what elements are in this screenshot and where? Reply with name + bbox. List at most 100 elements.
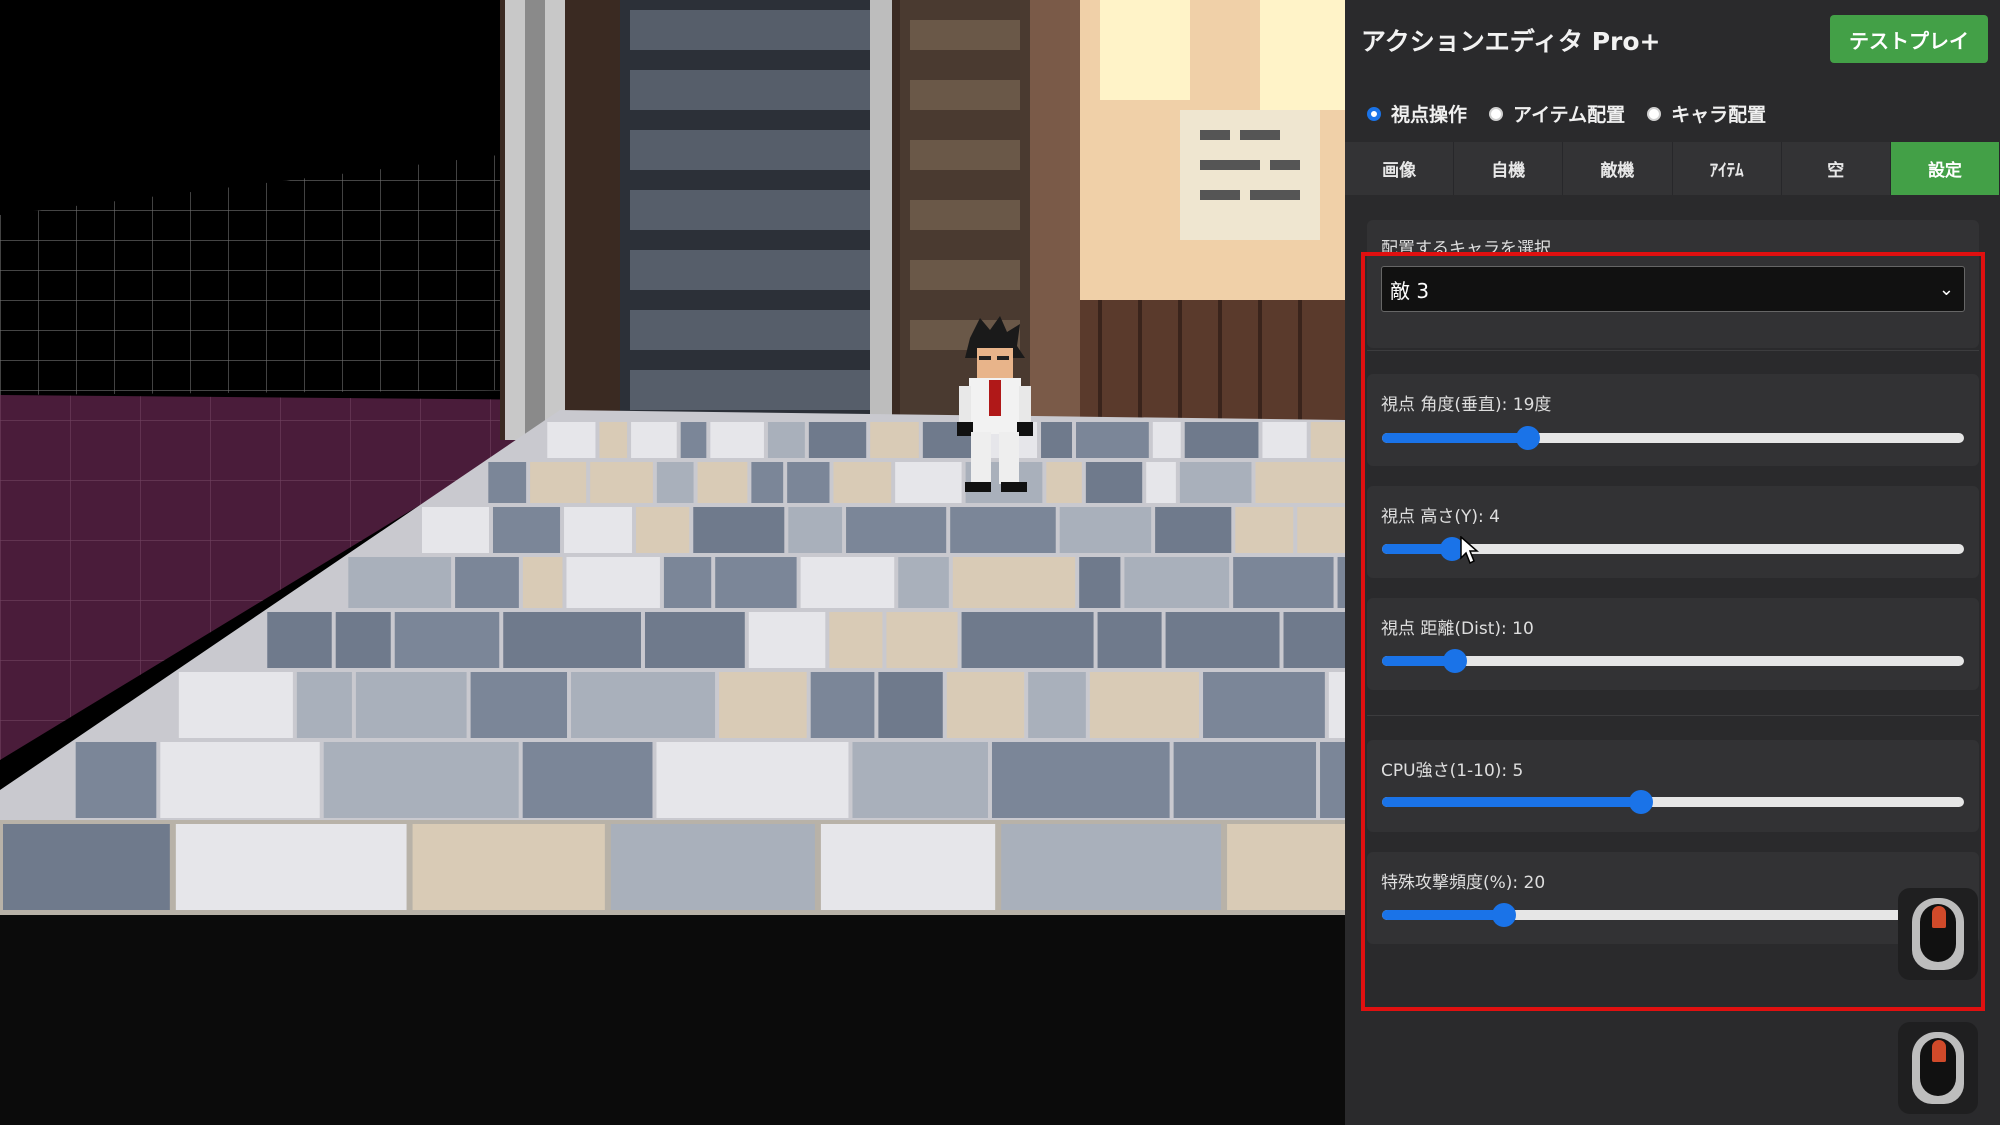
floor-tile <box>946 672 1025 738</box>
editor-panel: アクションエディタ Pro+ テストプレイ 視点操作 アイテム配置 キャラ配置 … <box>1345 0 2000 1125</box>
slider-thumb[interactable] <box>1515 426 1540 450</box>
mouse-left-click-icon <box>1898 1022 1978 1114</box>
floor-tile <box>1184 422 1259 458</box>
game-viewport[interactable] <box>0 0 1345 1125</box>
slider-label-angle: 視点 角度(垂直): 19度 <box>1381 395 1552 415</box>
floor-tile <box>1203 672 1325 738</box>
slider-card-height: 視点 高さ(Y): 4 <box>1367 486 1979 578</box>
floor-tile <box>1235 507 1294 553</box>
floor-tile <box>636 507 690 553</box>
divider <box>1367 350 1979 351</box>
floor-tile <box>788 507 843 553</box>
floor-tile <box>422 507 489 553</box>
floor-tile <box>412 824 605 910</box>
floor-tile <box>1028 672 1086 738</box>
divider <box>1367 715 1979 716</box>
floor-tile <box>748 612 826 668</box>
test-play-button[interactable]: テストプレイ <box>1830 15 1988 63</box>
floor-tile <box>991 742 1170 818</box>
floor-tile <box>1233 557 1334 608</box>
floor-tile <box>1152 422 1181 458</box>
floor-tile <box>348 557 452 608</box>
floor-tile <box>710 422 764 458</box>
mode-camera[interactable]: 視点操作 <box>1367 100 1467 127</box>
tab-enemy[interactable]: 敵機 <box>1563 142 1673 195</box>
slider-special[interactable] <box>1382 903 1964 927</box>
floor-tile <box>663 557 712 608</box>
notice-board <box>1180 110 1320 240</box>
floor-tile <box>846 507 947 553</box>
floor-tile <box>715 557 797 608</box>
floor-tile <box>492 507 561 553</box>
floor-tile <box>656 742 849 818</box>
floor-tile <box>590 462 653 503</box>
slider-cpu[interactable] <box>1382 790 1964 814</box>
floor-tile <box>530 462 587 503</box>
floor-tile <box>1337 557 1345 608</box>
slider-label-height: 視点 高さ(Y): 4 <box>1381 507 1500 527</box>
floor-tile <box>1297 507 1345 553</box>
char-select-value: 敵 3 <box>1390 278 1430 303</box>
radio-icon[interactable] <box>1367 106 1381 121</box>
mouse-left-click-icon <box>1898 888 1978 980</box>
mode-radio-group: 視点操作 アイテム配置 キャラ配置 <box>1367 100 1788 127</box>
floor-tile <box>697 462 748 503</box>
radio-icon[interactable] <box>1489 106 1504 121</box>
floor-tile <box>323 742 519 818</box>
scene-canvas[interactable] <box>0 0 1345 1125</box>
floor-tile <box>455 557 519 608</box>
floor-tile <box>787 462 830 503</box>
mode-char-place[interactable]: キャラ配置 <box>1647 100 1766 127</box>
floor-tile <box>950 507 1056 553</box>
floor-tile <box>522 742 653 818</box>
tab-image[interactable]: 画像 <box>1345 142 1455 195</box>
slider-angle[interactable] <box>1382 426 1964 450</box>
floor-tile <box>335 612 391 668</box>
char-select-dropdown[interactable]: 敵 3 ⌄ <box>1381 266 1965 312</box>
floor-tile <box>1079 557 1121 608</box>
mode-item-place[interactable]: アイテム配置 <box>1489 100 1625 127</box>
floor-tile <box>522 557 563 608</box>
floor-tile <box>1283 612 1345 668</box>
floor-tile <box>160 742 320 818</box>
floor-tile <box>599 422 628 458</box>
slider-label-distance: 視点 距離(Dist): 10 <box>1381 619 1534 639</box>
floor-tile <box>1124 557 1230 608</box>
floor-tile <box>1179 462 1252 503</box>
floor-tile <box>656 462 694 503</box>
floor-tile <box>719 672 807 738</box>
floor-tile <box>1255 462 1345 503</box>
floor-tile <box>820 824 996 910</box>
tab-sky[interactable]: 空 <box>1782 142 1891 195</box>
floor-tile <box>178 672 293 738</box>
floor-tile <box>355 672 467 738</box>
app-title: アクションエディタ Pro+ <box>1361 27 1661 56</box>
floor-tile <box>1089 672 1200 738</box>
floor-tile <box>296 672 352 738</box>
floor-tile <box>1227 824 1345 910</box>
floor-tile <box>547 422 596 458</box>
slider-label-cpu: CPU強さ(1-10): 5 <box>1381 761 1524 781</box>
floor-tile <box>394 612 500 668</box>
floor-tile <box>1165 612 1280 668</box>
radio-icon[interactable] <box>1647 106 1662 121</box>
slider-thumb[interactable] <box>1442 649 1467 673</box>
tab-settings[interactable]: 設定 <box>1890 142 2000 195</box>
floor-tile <box>833 462 892 503</box>
floor-tile <box>75 742 157 818</box>
char-select-label: 配置するキャラを選択 <box>1381 239 1551 259</box>
mode-camera-label: 視点操作 <box>1391 104 1468 126</box>
floor-tile <box>175 824 407 910</box>
floor-tile <box>3 824 170 910</box>
slider-distance[interactable] <box>1382 649 1964 673</box>
slider-card-cpu: CPU強さ(1-10): 5 <box>1367 740 1979 832</box>
slider-thumb[interactable] <box>1628 790 1653 814</box>
floor-tile <box>895 462 962 503</box>
floor-tile <box>1173 742 1317 818</box>
tab-player[interactable]: 自機 <box>1454 142 1564 195</box>
floor-tile <box>680 422 707 458</box>
tab-item[interactable]: ｱｲﾃﾑ <box>1673 142 1782 195</box>
floor-tile <box>1310 422 1345 458</box>
floor-tile <box>693 507 785 553</box>
slider-card-angle: 視点 角度(垂直): 19度 <box>1367 374 1979 466</box>
